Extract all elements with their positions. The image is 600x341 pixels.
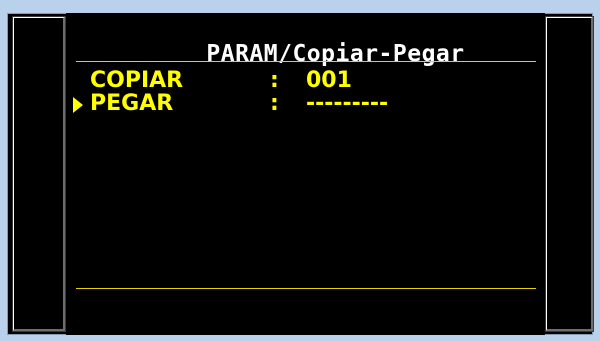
param-label: PEGAR xyxy=(90,91,174,116)
title-divider xyxy=(76,61,536,62)
param-separator: : xyxy=(270,68,279,93)
param-separator: : xyxy=(270,91,279,116)
selection-arrow-icon xyxy=(73,97,83,113)
window-frame-left xyxy=(0,0,7,341)
param-value: 001 xyxy=(306,68,352,93)
param-row-pegar[interactable]: PEGAR : --------- xyxy=(66,92,545,116)
left-softkey-button[interactable] xyxy=(12,16,66,332)
device-display-window: PARAM/Copiar-Pegar COPIAR : 001 PEGAR : … xyxy=(0,0,600,341)
right-softkey-button[interactable] xyxy=(545,16,594,332)
param-label: COPIAR xyxy=(90,68,184,93)
window-frame-top xyxy=(0,0,600,13)
param-value: --------- xyxy=(306,91,389,116)
footer-divider xyxy=(76,288,536,289)
param-row-copiar[interactable]: COPIAR : 001 xyxy=(66,69,545,93)
window-frame-right xyxy=(593,0,600,341)
window-frame-bottom xyxy=(0,335,600,341)
lcd-screen: PARAM/Copiar-Pegar COPIAR : 001 PEGAR : … xyxy=(66,13,545,335)
page-title: PARAM/Copiar-Pegar xyxy=(206,41,465,67)
